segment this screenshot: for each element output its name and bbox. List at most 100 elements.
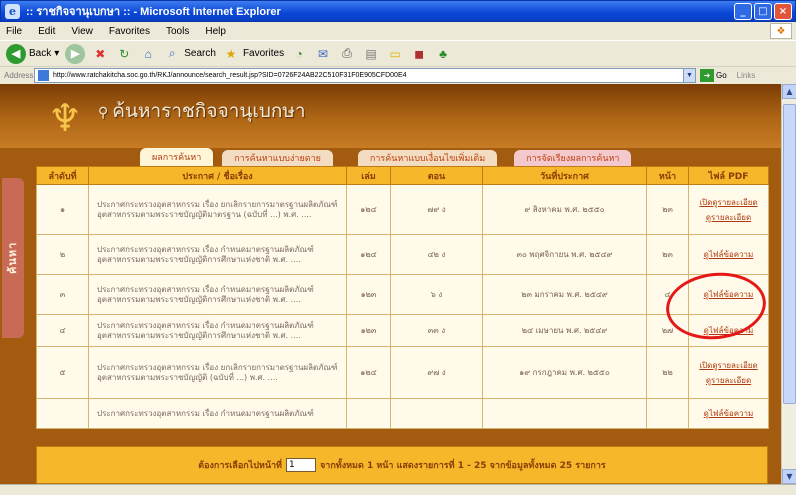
- menu-file[interactable]: File: [6, 26, 22, 37]
- messenger-icon[interactable]: ♣: [434, 45, 452, 63]
- minimize-button[interactable]: _: [734, 3, 752, 20]
- table-row: ๕ ประกาศกระทรวงอุตสาหกรรม เรื่อง ยกเลิกร…: [36, 346, 769, 399]
- row-subject: ประกาศกระทรวงอุตสาหกรรม เรื่อง กำหนดมาตร…: [88, 314, 347, 347]
- tab-advanced-search[interactable]: การค้นหาแบบเงื่อนไขเพิ่มเติม: [357, 150, 498, 166]
- address-url: http://www.ratchakitcha.soc.go.th/RKJ/an…: [53, 72, 407, 79]
- folder-icon[interactable]: ▭: [386, 45, 404, 63]
- scroll-up-icon[interactable]: ▲: [782, 84, 796, 99]
- row-pdf: ดูไฟล์ข้อความ: [688, 398, 769, 429]
- site-title: ⚲ ค้นหาราชกิจจานุเบกษา: [98, 96, 306, 126]
- pagination-prefix: ต้องการเลือกไปหน้าที่: [198, 461, 282, 471]
- search-tabs: ผลการค้นหา การค้นหาแบบง่ายดาย การค้นหาแบ…: [140, 148, 781, 166]
- row-subject: ประกาศกระทรวงอุตสาหกรรม เรื่อง กำหนดมาตร…: [88, 398, 347, 429]
- stop-icon[interactable]: ✖: [91, 45, 109, 63]
- side-search-tab[interactable]: ค้นหา: [2, 178, 24, 338]
- window-title: :: ราชกิจจานุเบกษา :: - Microsoft Intern…: [26, 6, 281, 18]
- address-bar: Address http://www.ratchakitcha.soc.go.t…: [0, 66, 796, 84]
- search-icon: ⚲: [98, 105, 109, 121]
- search-button[interactable]: ⌕ Search: [163, 45, 216, 63]
- row-pdf: เปิดดูรายละเอียด ดูรายละเอียด: [688, 346, 769, 399]
- home-icon[interactable]: ⌂: [139, 45, 157, 63]
- row-date: ๓๐ พฤศจิกายน พ.ศ. ๒๕๔๙: [482, 234, 647, 275]
- tab-sort-results[interactable]: การจัดเรียงผลการค้นหา: [514, 150, 632, 166]
- results-table: ลำดับที่ ประกาศ / ชื่อเรื่อง เล่ม ตอน วั…: [36, 166, 769, 429]
- refresh-icon[interactable]: ↻: [115, 45, 133, 63]
- header-page: หน้า: [646, 166, 689, 185]
- mail-icon[interactable]: ✉: [314, 45, 332, 63]
- pdf-link[interactable]: เปิดดูรายละเอียด: [691, 198, 766, 207]
- row-pdf: เปิดดูรายละเอียด ดูรายละเอียด: [688, 184, 769, 235]
- row-page: ๒๓: [646, 184, 689, 235]
- header-section: ตอน: [390, 166, 483, 185]
- row-section: ๙๗ ง: [390, 346, 483, 399]
- ie-logo-icon: e: [5, 3, 20, 19]
- menu-help[interactable]: Help: [205, 26, 226, 37]
- page-icon: [38, 70, 49, 81]
- row-pdf: ดูไฟล์ข้อความ: [688, 234, 769, 275]
- row-volume: ๑๒๓: [346, 314, 391, 347]
- header-date: วันที่ประกาศ: [482, 166, 647, 185]
- menu-edit[interactable]: Edit: [38, 26, 55, 37]
- page-content: ♆ ⚲ ค้นหาราชกิจจานุเบกษา ผลการค้นหา การค้…: [0, 84, 781, 484]
- address-dropdown-icon[interactable]: ▼: [683, 69, 695, 82]
- row-section: [390, 398, 483, 429]
- row-no: ๒: [36, 234, 89, 275]
- menu-view[interactable]: View: [71, 26, 93, 37]
- table-header-row: ลำดับที่ ประกาศ / ชื่อเรื่อง เล่ม ตอน วั…: [36, 166, 769, 185]
- go-button[interactable]: ➜ Go: [700, 69, 727, 82]
- pdf-link[interactable]: ดูไฟล์ข้อความ: [691, 250, 766, 259]
- row-section: ๔๒ ง: [390, 234, 483, 275]
- row-subject: ประกาศกระทรวงอุตสาหกรรม เรื่อง ยกเลิกราย…: [88, 184, 347, 235]
- site-title-text: ค้นหาราชกิจจานุเบกษา: [112, 100, 306, 122]
- row-section: ๗๙ ง: [390, 184, 483, 235]
- back-label: Back: [29, 48, 52, 59]
- tab-search-results[interactable]: ผลการค้นหา: [140, 148, 214, 166]
- close-button[interactable]: ×: [774, 3, 792, 20]
- header-pdf: ไฟล์ PDF: [688, 166, 769, 185]
- vertical-scrollbar[interactable]: ▲ ▼: [781, 84, 796, 484]
- row-page: [646, 398, 689, 429]
- research-icon[interactable]: ◼: [410, 45, 428, 63]
- chevron-down-icon[interactable]: ▾: [54, 48, 59, 59]
- go-arrow-icon: ➜: [700, 69, 714, 82]
- pdf-link[interactable]: ดูไฟล์ข้อความ: [691, 409, 766, 418]
- history-icon[interactable]: ◔: [290, 45, 308, 63]
- links-label[interactable]: Links: [737, 71, 756, 80]
- menu-favorites[interactable]: Favorites: [109, 26, 150, 37]
- scroll-thumb[interactable]: [783, 104, 796, 404]
- row-subject: ประกาศกระทรวงอุตสาหกรรม เรื่อง กำหนดมาตร…: [88, 274, 347, 315]
- maximize-button[interactable]: □: [754, 3, 772, 20]
- edit-icon[interactable]: ▤: [362, 45, 380, 63]
- back-button[interactable]: ◀ Back ▾: [6, 43, 59, 64]
- pdf-link[interactable]: เปิดดูรายละเอียด: [691, 361, 766, 370]
- row-subject: ประกาศกระทรวงอุตสาหกรรม เรื่อง ยกเลิกราย…: [88, 346, 347, 399]
- row-volume: ๑๒๔: [346, 234, 391, 275]
- scroll-down-icon[interactable]: ▼: [782, 469, 796, 484]
- page-number-input[interactable]: [286, 458, 316, 472]
- search-label: Search: [184, 48, 216, 59]
- address-input[interactable]: http://www.ratchakitcha.soc.go.th/RKJ/an…: [34, 68, 696, 83]
- table-row: ๔ ประกาศกระทรวงอุตสาหกรรม เรื่อง กำหนดมา…: [36, 314, 769, 347]
- status-bar: [0, 484, 796, 495]
- tab-simple-search[interactable]: การค้นหาแบบง่ายดาย: [222, 150, 333, 166]
- row-page: ๒๓: [646, 234, 689, 275]
- row-no: ๔: [36, 314, 89, 347]
- table-row: ๑ ประกาศกระทรวงอุตสาหกรรม เรื่อง ยกเลิกร…: [36, 184, 769, 235]
- forward-button[interactable]: ▶: [65, 43, 86, 64]
- menu-tools[interactable]: Tools: [166, 26, 189, 37]
- garuda-emblem-icon: ♆: [47, 96, 83, 140]
- pagination-summary: จากทั้งหมด 1 หน้า แสดงรายการที่ 1 - 25 จ…: [320, 461, 606, 471]
- browser-toolbar: ◀ Back ▾ ▶ ✖ ↻ ⌂ ⌕ Search ★ Favorites ◔ …: [0, 40, 796, 66]
- detail-link[interactable]: ดูรายละเอียด: [691, 213, 766, 222]
- print-icon[interactable]: ⎙: [338, 45, 356, 63]
- table-row: ๓ ประกาศกระทรวงอุตสาหกรรม เรื่อง กำหนดมา…: [36, 274, 769, 315]
- header-subject: ประกาศ / ชื่อเรื่อง: [88, 166, 347, 185]
- row-date: [482, 398, 647, 429]
- row-section: ๖ ง: [390, 274, 483, 315]
- detail-link[interactable]: ดูรายละเอียด: [691, 376, 766, 385]
- row-volume: [346, 398, 391, 429]
- back-arrow-icon: ◀: [6, 43, 26, 64]
- row-date: ๒๓ มกราคม พ.ศ. ๒๕๔๙: [482, 274, 647, 315]
- row-no: ๕: [36, 346, 89, 399]
- favorites-button[interactable]: ★ Favorites: [222, 45, 285, 63]
